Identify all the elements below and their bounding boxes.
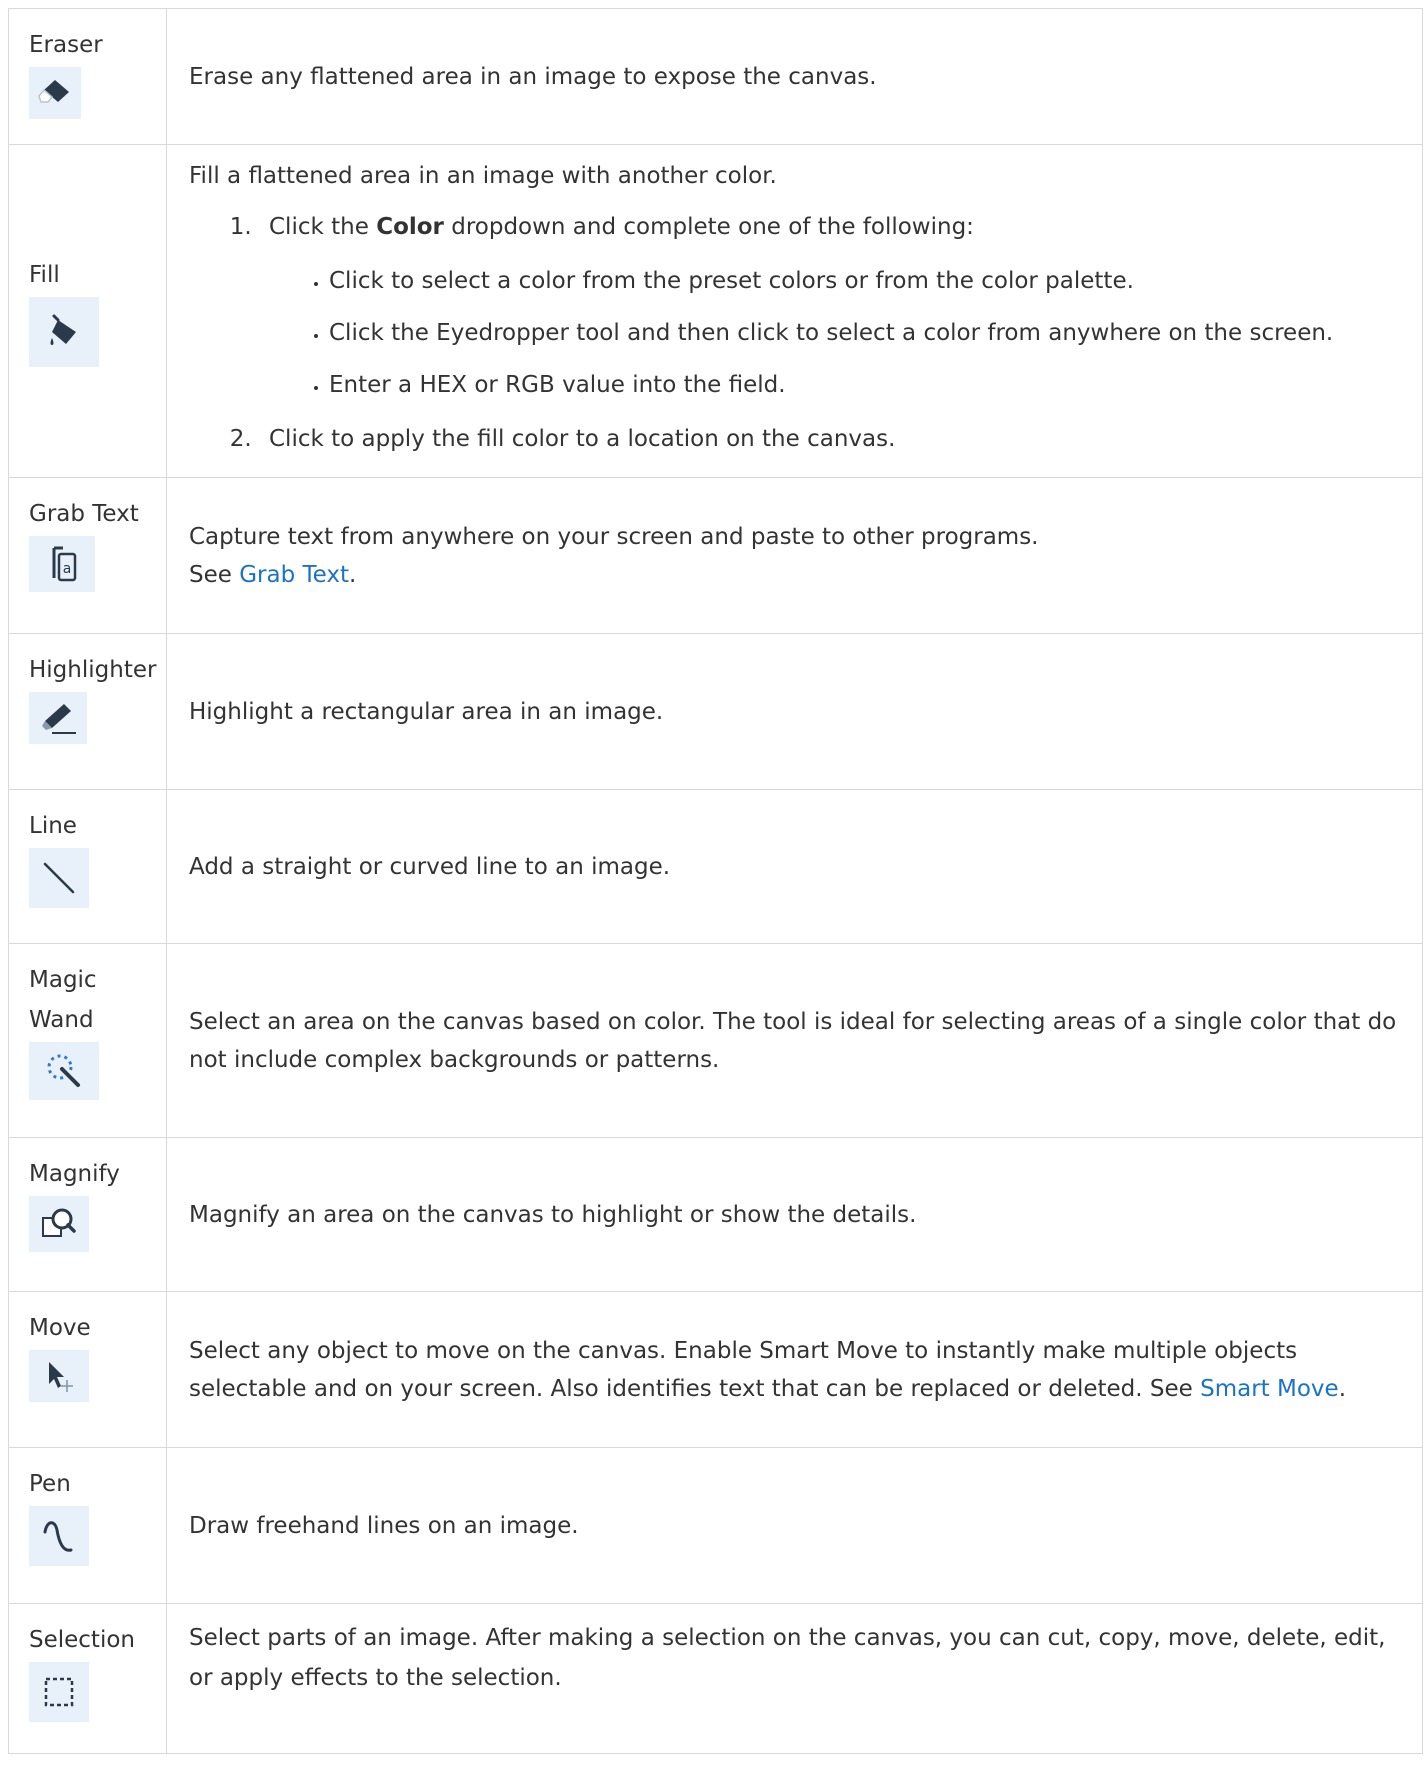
tool-name-cell: Move xyxy=(8,1291,167,1448)
tool-desc-cell: Select any object to move on the canvas.… xyxy=(166,1291,1423,1448)
step-text: dropdown and complete one of the followi… xyxy=(443,214,974,240)
table-row: Pen Draw freehand lines on an image. xyxy=(8,1447,1423,1604)
tool-name-cell: Grab Text a xyxy=(8,477,167,634)
tool-name: Line xyxy=(29,813,77,839)
tool-name: Move xyxy=(29,1315,91,1341)
tool-desc-cell: Capture text from anywhere on your scree… xyxy=(166,477,1423,634)
list-item: Click the Eyedropper tool and then click… xyxy=(329,307,1410,359)
move-icon xyxy=(29,1350,89,1402)
tool-desc-cell: Draw freehand lines on an image. xyxy=(166,1447,1423,1604)
list-item: Click to select a color from the preset … xyxy=(329,255,1410,307)
tool-name: Magic Wand xyxy=(29,967,97,1033)
table-row: Eraser Erase any flattened area in an im… xyxy=(8,8,1423,145)
tool-name-cell: Magnify xyxy=(8,1137,167,1292)
tool-name: Eraser xyxy=(29,32,103,58)
tool-see-also: See Grab Text. xyxy=(189,556,1410,594)
tools-table: Eraser Erase any flattened area in an im… xyxy=(8,8,1423,1754)
tool-description: Add a straight or curved line to an imag… xyxy=(189,853,671,880)
tool-description: Select any object to move on the canvas.… xyxy=(189,1332,1410,1408)
fill-steps: Click the Color dropdown and complete on… xyxy=(189,201,1410,465)
tool-description: Erase any flattened area in an image to … xyxy=(189,63,877,90)
list-item: Click to apply the fill color to a locat… xyxy=(259,413,1410,465)
tool-description: Highlight a rectangular area in an image… xyxy=(189,698,664,725)
magnify-icon xyxy=(29,1196,89,1252)
tool-name-cell: Line xyxy=(8,789,167,944)
tool-name: Grab Text xyxy=(29,501,139,527)
color-dropdown-label: Color xyxy=(376,214,444,240)
desc-text: Select any object to move on the canvas.… xyxy=(189,1337,1298,1402)
tool-desc-cell: Select an area on the canvas based on co… xyxy=(166,943,1423,1138)
tool-desc-cell: Add a straight or curved line to an imag… xyxy=(166,789,1423,944)
tool-desc-cell: Select parts of an image. After making a… xyxy=(166,1603,1423,1754)
tool-name: Highlighter xyxy=(29,657,157,683)
pen-icon xyxy=(29,1506,89,1566)
tool-desc-cell: Magnify an area on the canvas to highlig… xyxy=(166,1137,1423,1292)
magic-wand-icon xyxy=(29,1042,99,1100)
color-options: Click to select a color from the preset … xyxy=(269,255,1410,411)
tool-desc-cell: Highlight a rectangular area in an image… xyxy=(166,633,1423,790)
tool-name-cell: Pen xyxy=(8,1447,167,1604)
tool-description: Magnify an area on the canvas to highlig… xyxy=(189,1201,917,1228)
step-text: Click the xyxy=(269,214,377,240)
fill-bucket-icon xyxy=(29,297,99,367)
line-icon xyxy=(29,848,89,908)
grab-text-icon: a xyxy=(29,536,95,592)
tool-name-cell: Fill xyxy=(8,144,167,478)
eraser-icon xyxy=(29,67,81,119)
table-row: Line Add a straight or curved line to an… xyxy=(8,789,1423,944)
tool-name-cell: Selection xyxy=(8,1603,167,1754)
table-row: Grab Text a Capture text from anywhere o… xyxy=(8,477,1423,634)
tool-name-cell: Eraser xyxy=(8,8,167,145)
tool-description: Capture text from anywhere on your scree… xyxy=(189,523,1039,550)
svg-text:a: a xyxy=(63,561,72,577)
table-row: Magic Wand Select an area on the canvas … xyxy=(8,943,1423,1138)
tool-desc-cell: Fill a flattened area in an image with a… xyxy=(166,144,1423,478)
tool-description: Select an area on the canvas based on co… xyxy=(189,1008,1397,1073)
see-text: See xyxy=(189,561,240,588)
tool-name: Pen xyxy=(29,1471,71,1497)
table-row: Selection Select parts of an image. Afte… xyxy=(8,1603,1423,1754)
tool-description: Draw freehand lines on an image. xyxy=(189,1512,579,1539)
table-row: Magnify Magnify an area on the canvas to… xyxy=(8,1137,1423,1292)
table-row: Move Select any object to move on the ca… xyxy=(8,1291,1423,1448)
list-item: Click the Color dropdown and complete on… xyxy=(259,201,1410,411)
tool-description: Select parts of an image. After making a… xyxy=(189,1625,1386,1691)
table-row: Highlighter Highlight a rectangular area… xyxy=(8,633,1423,790)
tool-name-cell: Highlighter xyxy=(8,633,167,790)
tool-name: Selection xyxy=(29,1627,135,1653)
selection-icon xyxy=(29,1662,89,1722)
grab-text-link[interactable]: Grab Text xyxy=(239,562,349,588)
tool-name: Fill xyxy=(29,262,60,288)
smart-move-link[interactable]: Smart Move xyxy=(1200,1376,1339,1402)
tool-name-cell: Magic Wand xyxy=(8,943,167,1138)
see-text: . xyxy=(349,561,357,588)
list-item: Enter a HEX or RGB value into the field. xyxy=(329,359,1410,411)
tool-description: Fill a flattened area in an image with a… xyxy=(189,163,777,189)
desc-text: . xyxy=(1338,1375,1346,1402)
tool-desc-cell: Erase any flattened area in an image to … xyxy=(166,8,1423,145)
table-row: Fill Fill a flattened area in an image w… xyxy=(8,144,1423,478)
highlighter-icon xyxy=(29,692,87,744)
tool-name: Magnify xyxy=(29,1161,120,1187)
